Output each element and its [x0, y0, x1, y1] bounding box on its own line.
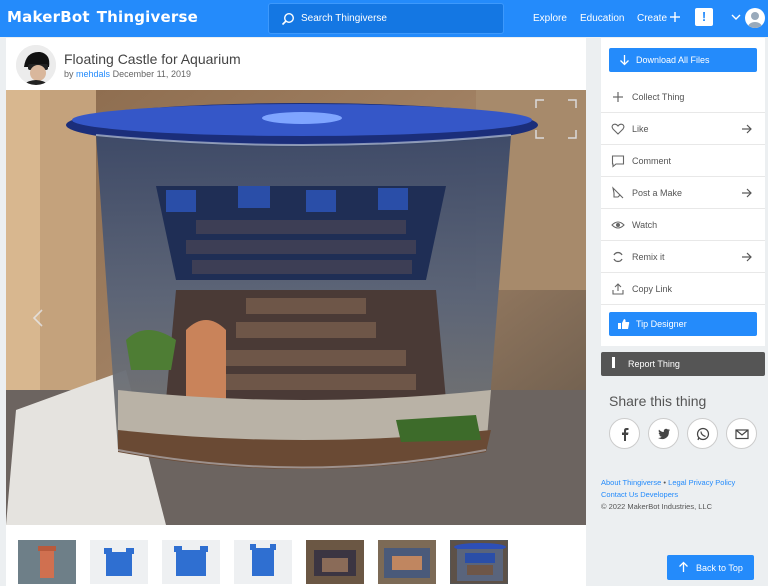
nav-create[interactable]: Create	[637, 13, 667, 24]
arrow-right-icon	[742, 252, 752, 262]
thumbnail-6[interactable]	[378, 540, 436, 584]
comment-button[interactable]: Comment	[601, 145, 765, 177]
search-input[interactable]: Search Thingiverse	[268, 3, 504, 34]
comment-icon	[611, 155, 625, 168]
remix-it-label: Remix it	[632, 252, 665, 262]
twitter-icon	[658, 428, 670, 440]
notification-alert-icon[interactable]: !	[695, 8, 713, 26]
download-all-files-button[interactable]: Download All Files	[609, 48, 757, 72]
thumbnail-1[interactable]	[18, 540, 76, 584]
footer-links-row1: About Thingiverse • Legal Privacy Policy	[601, 478, 735, 487]
main-thing-image[interactable]	[6, 90, 586, 525]
logo-makerbot-text: MakerBot	[7, 8, 90, 26]
arrow-right-icon	[742, 124, 752, 134]
thumbnail-castle-photo-1	[306, 540, 364, 584]
download-all-files-label: Download All Files	[636, 55, 710, 65]
logo-thingiverse-text: Thingiverse	[96, 8, 198, 26]
about-thingiverse-link[interactable]: About Thingiverse	[601, 478, 661, 487]
thing-byline: by mehdals December 11, 2019	[64, 69, 191, 79]
thumbnail-castle-blue-3	[234, 540, 292, 584]
footer-links-row2: Contact Us Developers	[601, 490, 678, 499]
watch-button[interactable]: Watch	[601, 209, 765, 241]
developers-link[interactable]: Developers	[640, 490, 678, 499]
author-avatar[interactable]	[16, 45, 56, 85]
arrow-down-icon	[620, 55, 629, 66]
alert-bar-icon	[612, 357, 615, 368]
tip-designer-label: Tip Designer	[636, 319, 687, 329]
collect-thing-button[interactable]: Collect Thing	[601, 81, 765, 113]
facebook-share-button[interactable]	[609, 418, 640, 449]
nav-education[interactable]: Education	[580, 13, 624, 24]
thumbnail-castle-blue-1	[90, 540, 148, 584]
thingiverse-logo[interactable]: MakerBot Thingiverse	[7, 8, 198, 26]
remix-it-button[interactable]: Remix it	[601, 241, 765, 273]
thumbnail-4[interactable]	[234, 540, 292, 584]
arrow-up-icon	[679, 561, 688, 572]
search-icon	[281, 12, 295, 26]
legal-link[interactable]: Legal	[668, 478, 686, 487]
contact-us-link[interactable]: Contact Us	[601, 490, 638, 499]
byline-by: by	[64, 69, 74, 79]
back-to-top-button[interactable]: Back to Top	[667, 555, 754, 580]
nozzle-icon	[612, 186, 624, 199]
copy-link-button[interactable]: Copy Link	[601, 273, 765, 305]
share-icon	[612, 283, 624, 295]
footer-separator: •	[663, 478, 667, 487]
facebook-icon	[622, 428, 629, 441]
thumbnail-5[interactable]	[306, 540, 364, 584]
post-a-make-button[interactable]: Post a Make	[601, 177, 765, 209]
thumbs-up-icon	[618, 319, 630, 329]
twitter-share-button[interactable]	[648, 418, 679, 449]
like-label: Like	[632, 124, 649, 134]
whatsapp-share-button[interactable]	[687, 418, 718, 449]
collect-thing-label: Collect Thing	[632, 92, 685, 102]
remix-icon	[613, 251, 623, 263]
author-link[interactable]: mehdals	[76, 69, 110, 79]
thumbnail-7-selected[interactable]	[450, 540, 508, 584]
search-placeholder: Search Thingiverse	[301, 13, 387, 24]
thing-title: Floating Castle for Aquarium	[64, 51, 241, 67]
email-share-button[interactable]	[726, 418, 757, 449]
user-avatar[interactable]	[745, 8, 765, 28]
thumbnail-castle-aquarium	[451, 541, 507, 583]
eye-icon	[611, 221, 625, 229]
whatsapp-icon	[696, 427, 710, 441]
back-to-top-label: Back to Top	[696, 563, 743, 573]
top-navbar: MakerBot Thingiverse Search Thingiverse E…	[0, 0, 768, 37]
post-a-make-label: Post a Make	[632, 188, 683, 198]
privacy-policy-link[interactable]: Privacy Policy	[689, 478, 736, 487]
share-heading: Share this thing	[609, 393, 707, 409]
report-thing-button[interactable]: Report Thing	[601, 352, 765, 376]
aquarium-castle-photo	[6, 90, 586, 525]
comment-label: Comment	[632, 156, 672, 166]
like-button[interactable]: Like	[601, 113, 765, 145]
author-avatar-image	[16, 45, 56, 85]
user-silhouette-icon	[748, 12, 762, 28]
tip-designer-button[interactable]: Tip Designer	[609, 312, 757, 336]
thumbnail-castle-orange	[18, 540, 76, 584]
publish-date: December 11, 2019	[112, 69, 191, 79]
create-plus-icon[interactable]	[669, 10, 681, 24]
heart-icon	[611, 123, 625, 135]
plus-icon	[613, 92, 623, 102]
thumbnail-castle-photo-2	[378, 540, 436, 584]
report-thing-label: Report Thing	[628, 359, 680, 369]
thumbnail-2[interactable]	[90, 540, 148, 584]
thumbnail-3[interactable]	[162, 540, 220, 584]
email-icon	[735, 429, 749, 440]
copy-link-label: Copy Link	[632, 284, 673, 294]
watch-label: Watch	[632, 220, 658, 230]
chevron-down-icon[interactable]	[731, 12, 741, 22]
nav-explore[interactable]: Explore	[533, 13, 567, 24]
thumbnail-castle-blue-2	[162, 540, 220, 584]
arrow-right-icon	[742, 188, 752, 198]
copyright-text: © 2022 MakerBot Industries, LLC	[601, 502, 712, 511]
